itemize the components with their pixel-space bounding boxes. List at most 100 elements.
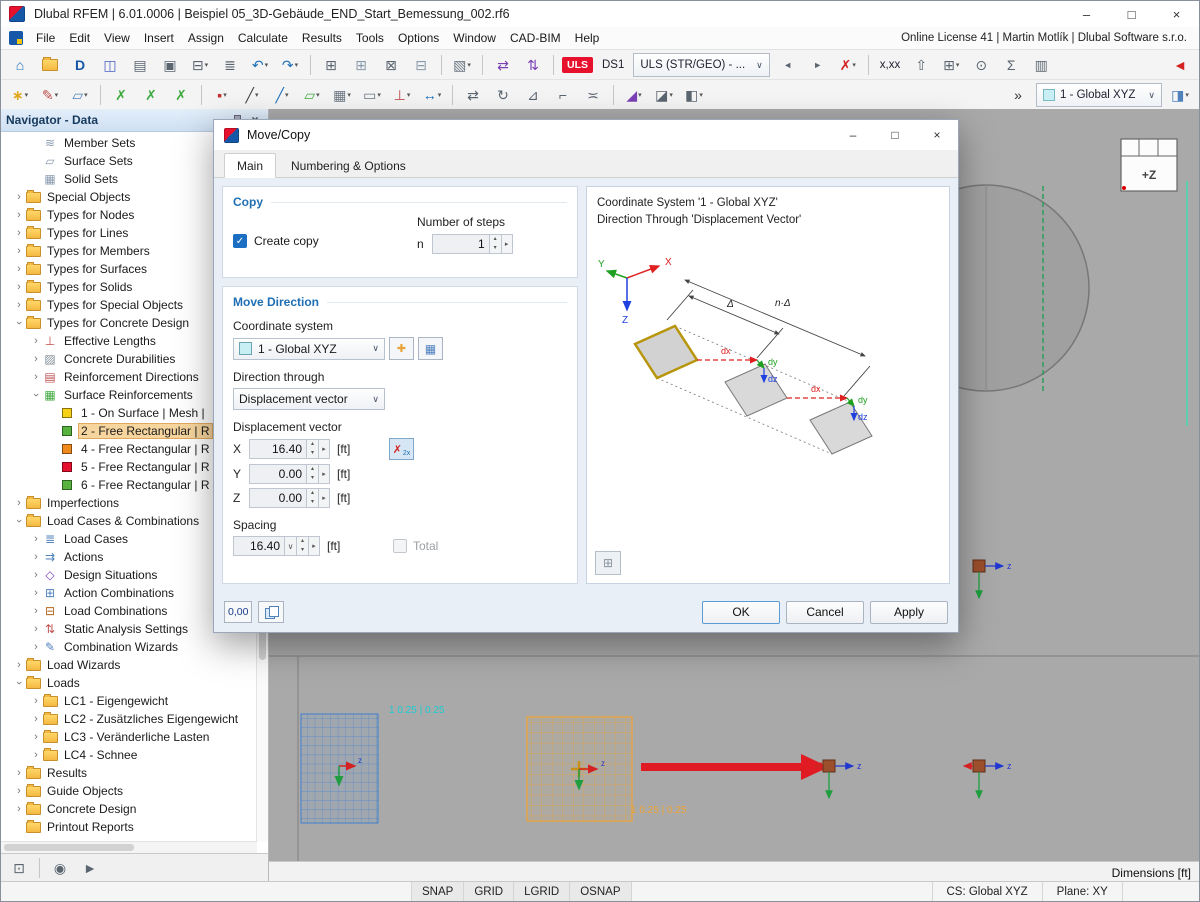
tree-item[interactable]: LC1 - Eigengewicht: [1, 692, 257, 710]
expand-arrow-icon[interactable]: [30, 731, 42, 743]
dialog-titlebar[interactable]: Move/Copy – □ ×: [214, 120, 958, 150]
expand-arrow-icon[interactable]: [13, 281, 25, 293]
edit-coordinate-system-button[interactable]: [418, 337, 443, 360]
apply-button[interactable]: Apply: [870, 600, 948, 624]
expand-arrow-icon[interactable]: [13, 677, 25, 689]
snap-settings-button[interactable]: ∗: [6, 83, 34, 107]
camera-button[interactable]: ►: [76, 856, 104, 880]
print-preview-button[interactable]: ▤: [126, 53, 154, 77]
divide-button[interactable]: ≍: [579, 83, 607, 107]
insert-member-button[interactable]: ╱: [268, 83, 296, 107]
expand-arrow-icon[interactable]: [13, 497, 25, 509]
design-situation-combo[interactable]: ULS (STR/GEO) - ...: [631, 53, 771, 77]
insert-opening-button[interactable]: ▭: [358, 83, 386, 107]
menu-item[interactable]: Calculate: [231, 29, 295, 47]
tree-item[interactable]: ✎ Combination Wizards: [1, 638, 257, 656]
surface-grid-blue[interactable]: z: [300, 713, 379, 824]
chevron-down-icon[interactable]: [285, 536, 297, 556]
flyout-button[interactable]: [309, 536, 320, 556]
flyout-button[interactable]: [319, 464, 330, 484]
dlubal-center-button[interactable]: D: [66, 53, 94, 77]
decimal-places-button[interactable]: 0,00: [224, 601, 253, 623]
insert-node-button[interactable]: ▪: [208, 83, 236, 107]
status-work-plane[interactable]: Plane: XY: [1043, 882, 1123, 901]
tree-item[interactable]: Loads: [1, 674, 257, 692]
new-model-button[interactable]: ⌂: [6, 53, 34, 77]
tree-item[interactable]: Printout Reports: [1, 818, 257, 836]
previous-button[interactable]: ◄: [774, 53, 802, 77]
search-button[interactable]: ⊙: [967, 53, 995, 77]
menu-item[interactable]: Assign: [181, 29, 231, 47]
select-two-nodes-button[interactable]: [389, 438, 414, 460]
expand-arrow-icon[interactable]: [13, 227, 25, 239]
new-table-button[interactable]: ⊞: [317, 53, 345, 77]
expand-arrow-icon[interactable]: [13, 317, 25, 329]
work-plane-button[interactable]: ✎: [36, 83, 64, 107]
navigator-display-button[interactable]: ⊡: [5, 856, 33, 880]
design-situation-label[interactable]: DS1: [597, 53, 629, 77]
expand-arrow-icon[interactable]: [30, 569, 42, 581]
tree-item[interactable]: Load Wizards: [1, 656, 257, 674]
spinner-buttons[interactable]: [307, 439, 319, 459]
insert-surface-button[interactable]: ▱: [298, 83, 326, 107]
tree-item[interactable]: Concrete Design: [1, 800, 257, 818]
expand-arrow-icon[interactable]: [30, 695, 42, 707]
direction-through-select[interactable]: Displacement vector: [233, 388, 385, 410]
tree-item[interactable]: LC4 - Schnee: [1, 746, 257, 764]
expand-arrow-icon[interactable]: [30, 641, 42, 653]
expand-arrow-icon[interactable]: [13, 803, 25, 815]
expand-arrow-icon[interactable]: [13, 191, 25, 203]
dialog-close-button[interactable]: ×: [916, 120, 958, 150]
expand-arrow-icon[interactable]: [30, 353, 42, 365]
move-copy-button[interactable]: ⇄: [459, 83, 487, 107]
go-back-button[interactable]: ◄: [1166, 53, 1194, 77]
expand-arrow-icon[interactable]: [13, 785, 25, 797]
menu-item[interactable]: Help: [568, 29, 607, 47]
menu-item[interactable]: Options: [391, 29, 446, 47]
dialog-minimize-button[interactable]: –: [832, 120, 874, 150]
guideline-snap-toggle[interactable]: ✗: [167, 83, 195, 107]
result-tables-button[interactable]: ⊞: [937, 53, 965, 77]
create-copy-row[interactable]: Create copy: [233, 228, 319, 254]
grid-snap-toggle[interactable]: ✗: [137, 83, 165, 107]
ok-button[interactable]: OK: [702, 600, 780, 624]
redo-button[interactable]: ↷: [276, 53, 304, 77]
table-filter-button[interactable]: ⊠: [377, 53, 405, 77]
expand-arrow-icon[interactable]: [30, 713, 42, 725]
create-copy-checkbox[interactable]: [233, 234, 247, 248]
expand-arrow-icon[interactable]: [13, 209, 25, 221]
spinner-buttons[interactable]: [489, 234, 502, 254]
flyout-button[interactable]: [501, 234, 513, 254]
load-transfer-button[interactable]: ⇅: [519, 53, 547, 77]
expand-arrow-icon[interactable]: [13, 515, 25, 527]
status-toggle[interactable]: LGRID: [514, 882, 571, 901]
undo-button[interactable]: ↶: [246, 53, 274, 77]
spinner-buttons[interactable]: [297, 536, 309, 556]
total-checkbox[interactable]: [393, 539, 407, 553]
steps-input[interactable]: [431, 234, 490, 254]
insert-dimension-button[interactable]: ↔: [418, 83, 446, 107]
background-layers-button[interactable]: ◨: [1166, 83, 1194, 107]
tree-item[interactable]: Results: [1, 764, 257, 782]
expand-arrow-icon[interactable]: [30, 389, 42, 401]
vector-component-input[interactable]: [249, 488, 307, 508]
expand-arrow-icon[interactable]: [13, 767, 25, 779]
insert-line-button[interactable]: ╱: [238, 83, 266, 107]
import-export-button[interactable]: ⇄: [489, 53, 517, 77]
tree-item[interactable]: Guide Objects: [1, 782, 257, 800]
visibility-button[interactable]: ◪: [650, 83, 678, 107]
spinner-buttons[interactable]: [307, 464, 319, 484]
menu-item[interactable]: CAD-BIM: [503, 29, 568, 47]
dialog-tab[interactable]: Numbering & Options: [278, 153, 419, 178]
status-toggle[interactable]: SNAP: [412, 882, 465, 901]
maximize-button[interactable]: □: [1109, 1, 1154, 27]
rotate-button[interactable]: ↻: [489, 83, 517, 107]
dialog-tab[interactable]: Main: [224, 153, 277, 178]
expand-arrow-icon[interactable]: [30, 551, 42, 563]
delete-results-button[interactable]: ✗: [834, 53, 862, 77]
preview-display-button[interactable]: [595, 551, 621, 575]
print-button[interactable]: ⊟: [186, 53, 214, 77]
expand-arrow-icon[interactable]: [30, 749, 42, 761]
cs-node-marker[interactable]: z: [812, 759, 862, 800]
menu-item[interactable]: File: [29, 29, 62, 47]
